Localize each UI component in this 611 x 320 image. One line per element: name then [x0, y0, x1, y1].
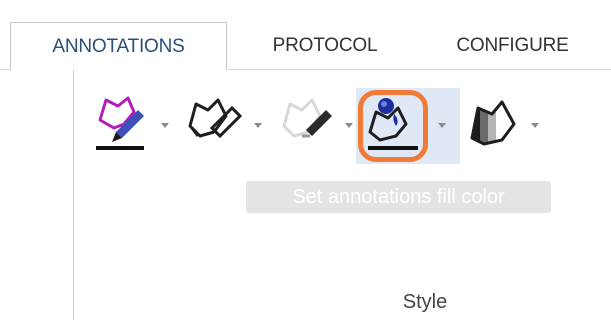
annotation-color-dropdown[interactable] [160, 120, 170, 130]
fill-color-button[interactable] [364, 96, 424, 156]
fill-color-dropdown[interactable] [437, 120, 447, 130]
fill-color-icon [368, 98, 418, 150]
line-style-icon [188, 98, 243, 139]
line-opacity-dropdown[interactable] [344, 120, 354, 130]
tab-divider [0, 69, 10, 70]
opacity-icon [282, 98, 332, 138]
ribbon-left-border [73, 70, 74, 320]
fill-opacity-icon [470, 100, 516, 146]
ribbon-tab-bar: ANNOTATIONS PROTOCOL CONFIGURE [0, 0, 611, 70]
chevron-down-icon [438, 122, 446, 128]
annotation-color-button[interactable] [94, 90, 154, 156]
chevron-down-icon [254, 122, 262, 128]
tab-annotations[interactable]: ANNOTATIONS [10, 22, 227, 70]
tab-configure[interactable]: CONFIGURE [420, 22, 605, 70]
line-opacity-button[interactable] [280, 92, 340, 152]
chevron-down-icon [161, 122, 169, 128]
line-style-button[interactable] [184, 92, 246, 152]
pen-color-icon [96, 96, 144, 150]
tab-protocol[interactable]: PROTOCOL [235, 22, 415, 70]
fill-opacity-button[interactable] [468, 94, 524, 152]
chevron-down-icon [531, 122, 539, 128]
ribbon-group-label: Style [402, 291, 448, 313]
chevron-down-icon [345, 122, 353, 128]
fill-opacity-dropdown[interactable] [530, 120, 540, 130]
line-style-dropdown[interactable] [253, 120, 263, 130]
tooltip: Set annotations fill color [246, 181, 551, 213]
